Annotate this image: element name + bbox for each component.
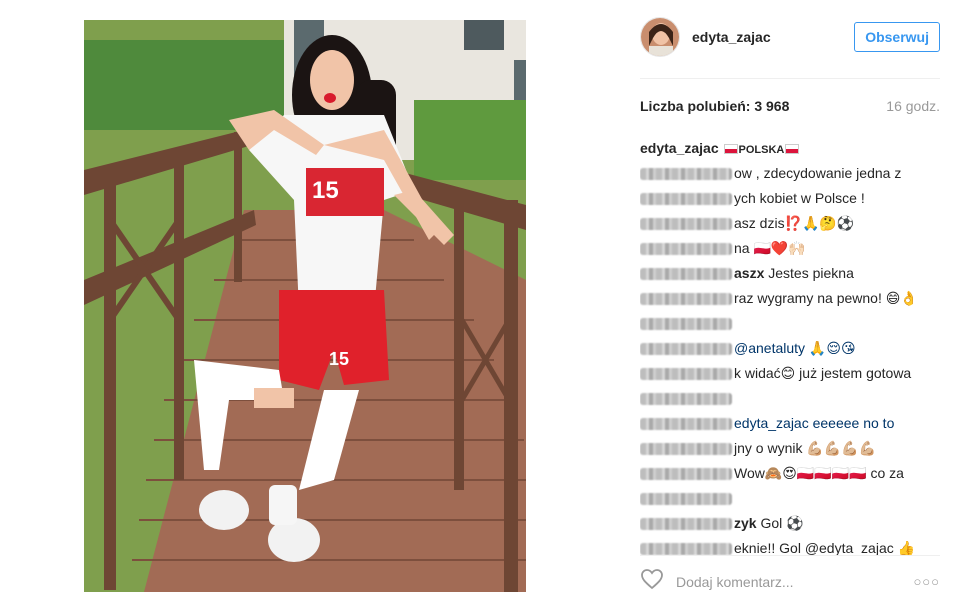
comment-row: k widać😊 już jestem gotowa — [640, 361, 940, 386]
comment-row: aszx Jestes piekna — [640, 261, 940, 286]
blurred-username[interactable] — [640, 293, 732, 306]
post-sidebar: edyta_zajac Obserwuj Liczba polubień: 3 … — [620, 0, 960, 614]
comment-row: edyta_zajac eeeeee no to — [640, 411, 940, 436]
comment-row: zyk Gol ⚽ — [640, 511, 940, 536]
add-comment-input[interactable]: Dodaj komentarz... — [676, 574, 794, 590]
header-divider — [640, 78, 940, 79]
follow-button[interactable]: Obserwuj — [854, 22, 940, 52]
comment-row: asz dzis⁉️🙏🤔⚽ — [640, 211, 940, 236]
blurred-username[interactable] — [640, 193, 732, 206]
comment-row: @anetaluty 🙏😌😘 — [640, 336, 940, 361]
comment-row: eknie!! Gol @edyta_zajac 👍 — [640, 536, 940, 556]
heart-icon-svg — [641, 569, 663, 590]
caption-text: POLSKA — [738, 144, 785, 156]
post-header: edyta_zajac Obserwuj — [640, 16, 940, 58]
post-photo[interactable]: 15 15 — [84, 20, 526, 592]
comment-row: ow , zdecydowanie jedna z — [640, 161, 940, 186]
comment-text: raz wygramy na pewno! 😄👌 — [734, 290, 918, 306]
comment-row: na 🇵🇱❤️🙌🏻 — [640, 236, 940, 261]
footer-divider — [640, 555, 940, 556]
more-icon[interactable]: ○○○ — [913, 574, 940, 589]
avatar[interactable] — [640, 17, 680, 57]
comment-text: jny o wynik 💪🏼💪🏼💪🏼💪🏼 — [734, 440, 877, 456]
photo-illustration: 15 15 — [84, 20, 526, 592]
blurred-username[interactable] — [640, 418, 732, 431]
comment-text[interactable]: edyta_zajac eeeeee no to — [734, 415, 894, 431]
post-timestamp[interactable]: 16 godz. — [886, 98, 940, 114]
comment-text: Jestes piekna — [764, 265, 854, 281]
poland-flag-icon — [785, 144, 800, 155]
instagram-post-frame: 15 15 edyta_zajac Obserwuj Liczba polubi… — [0, 0, 960, 614]
comment-row: ych kobiet w Polsce ! — [640, 186, 940, 211]
comment-text: na 🇵🇱❤️🙌🏻 — [734, 240, 806, 256]
blurred-username[interactable] — [640, 368, 732, 381]
blurred-username[interactable] — [640, 543, 732, 556]
comment-text: ow , zdecydowanie jedna z — [734, 165, 902, 181]
post-stats: Liczba polubień: 3 968 16 godz. — [640, 98, 940, 114]
comment-row: jny o wynik 💪🏼💪🏼💪🏼💪🏼 — [640, 436, 940, 461]
blurred-username[interactable] — [640, 468, 732, 481]
svg-text:15: 15 — [312, 177, 339, 204]
avatar-image — [641, 18, 679, 56]
blurred-username[interactable] — [640, 243, 732, 256]
blurred-username[interactable] — [640, 343, 732, 356]
blurred-username[interactable] — [640, 493, 732, 506]
comment-row: Wow🙈😍🇵🇱🇵🇱🇵🇱🇵🇱 co za — [640, 461, 940, 486]
comment-text: Gol ⚽ — [756, 515, 804, 531]
comment-text: asz dzis⁉️🙏🤔⚽ — [734, 215, 855, 231]
blurred-username[interactable] — [640, 218, 732, 231]
svg-text:15: 15 — [329, 349, 349, 369]
blurred-username[interactable] — [640, 393, 732, 406]
blurred-username[interactable] — [640, 318, 732, 331]
blurred-username[interactable] — [640, 518, 732, 531]
comment-text: ych kobiet w Polsce ! — [734, 190, 865, 206]
blurred-username[interactable] — [640, 168, 732, 181]
comment-row — [640, 311, 940, 336]
likes-count[interactable]: Liczba polubień: 3 968 — [640, 98, 789, 114]
caption: edyta_zajac POLSKA — [640, 136, 940, 161]
comment-text: Wow🙈😍🇵🇱🇵🇱🇵🇱🇵🇱 co za — [734, 465, 904, 481]
add-comment-bar: Dodaj komentarz... ○○○ — [640, 568, 940, 595]
comment-row — [640, 386, 940, 411]
comment-row: raz wygramy na pewno! 😄👌 — [640, 286, 940, 311]
heart-icon[interactable] — [640, 568, 664, 595]
blurred-username[interactable] — [640, 268, 732, 281]
poland-flag-icon — [723, 144, 738, 155]
comment-row — [640, 486, 940, 511]
header-username[interactable]: edyta_zajac — [692, 29, 771, 45]
comment-text[interactable]: @anetaluty 🙏😌😘 — [734, 340, 856, 356]
comment-text: eknie!! Gol @edyta_zajac 👍 — [734, 540, 916, 556]
comments-list: edyta_zajac POLSKA ow , zdecydowanie jed… — [640, 136, 940, 556]
blurred-username[interactable] — [640, 443, 732, 456]
comment-text: k widać😊 już jestem gotowa — [734, 365, 912, 381]
caption-username[interactable]: edyta_zajac — [640, 140, 719, 156]
